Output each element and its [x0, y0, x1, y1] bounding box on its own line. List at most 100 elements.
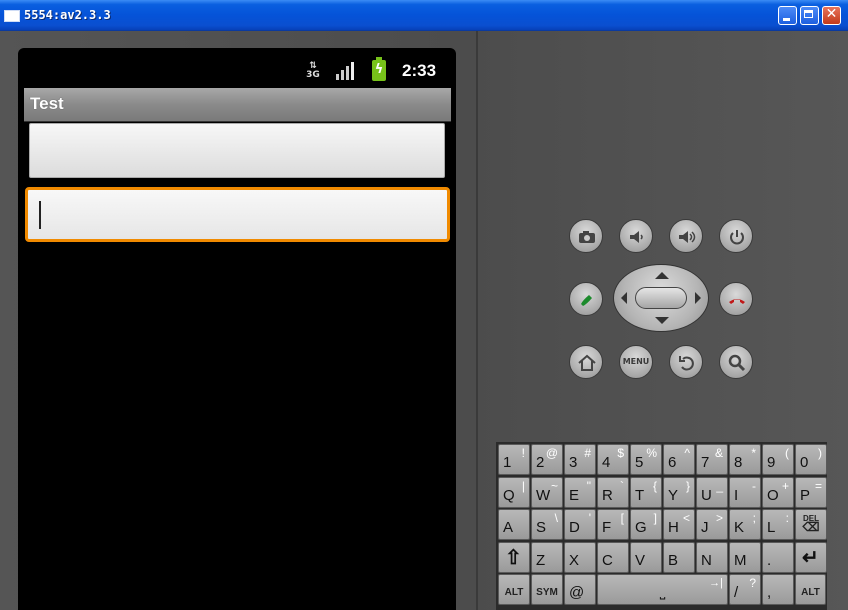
key[interactable]: Z: [531, 542, 563, 573]
dpad-down-icon[interactable]: [655, 317, 669, 324]
network-type-label: 3G: [306, 70, 320, 80]
key[interactable]: 6 ^: [663, 444, 695, 475]
key-label: ALT: [801, 587, 820, 598]
key-alt-label: +: [781, 479, 789, 493]
dpad-right-icon[interactable]: [695, 292, 701, 304]
dpad[interactable]: [613, 264, 709, 332]
key-label: R: [602, 487, 613, 504]
key-label: ⇧: [505, 547, 522, 569]
key[interactable]: X: [564, 542, 596, 573]
key-alt-label: %: [646, 446, 657, 460]
power-button[interactable]: [719, 219, 753, 253]
key-space[interactable]: ⎵ →|: [597, 574, 728, 605]
key[interactable]: ,: [762, 574, 794, 605]
key[interactable]: 5%: [630, 444, 662, 475]
key[interactable]: 0): [795, 444, 827, 475]
key[interactable]: D ': [564, 509, 596, 540]
key[interactable]: F[: [597, 509, 629, 540]
key[interactable]: K;: [729, 509, 761, 540]
call-button[interactable]: [569, 282, 603, 316]
key-alt-label: ?: [749, 576, 756, 590]
dpad-left-icon[interactable]: [621, 292, 627, 304]
key[interactable]: .: [762, 542, 794, 573]
key[interactable]: B: [663, 542, 695, 573]
key-alt-label: ~: [550, 479, 558, 493]
key[interactable]: M: [729, 542, 761, 573]
key[interactable]: S \: [531, 509, 563, 540]
menu-button[interactable]: MENU: [619, 345, 653, 379]
volume-down-button[interactable]: [619, 219, 653, 253]
text-field-2-focused[interactable]: [25, 187, 450, 242]
key[interactable]: N: [696, 542, 728, 573]
key[interactable]: 9(: [762, 444, 794, 475]
volume-up-button[interactable]: [669, 219, 703, 253]
window-title-bar[interactable]: 5554:av2.3.3 ✕: [0, 0, 848, 31]
key-alt-label: |: [521, 479, 525, 493]
key-label: C: [602, 552, 613, 569]
key-label: F: [602, 519, 612, 536]
minimize-button[interactable]: [778, 6, 797, 25]
key[interactable]: 7 &: [696, 444, 728, 475]
key[interactable]: P =: [795, 477, 827, 508]
key[interactable]: V: [630, 542, 662, 573]
key-label: SYM: [536, 587, 558, 598]
key[interactable]: 1!: [498, 444, 530, 475]
key[interactable]: E ": [564, 477, 596, 508]
volume-up-icon: [679, 231, 696, 243]
key-alt-label: [: [620, 511, 624, 525]
key-enter[interactable]: ↵: [795, 542, 827, 573]
back-icon: [679, 356, 694, 371]
key[interactable]: W ~: [531, 477, 563, 508]
key[interactable]: U _: [696, 477, 728, 508]
key[interactable]: 8 *: [729, 444, 761, 475]
key[interactable]: T{: [630, 477, 662, 508]
key[interactable]: 3 #: [564, 444, 596, 475]
key-alt-label: ;: [752, 511, 756, 525]
text-cursor: [39, 201, 41, 229]
key-alt[interactable]: ALT: [795, 574, 826, 605]
dpad-center-button[interactable]: [635, 287, 687, 309]
key-sym[interactable]: SYM: [531, 574, 563, 605]
key[interactable]: I-: [729, 477, 761, 508]
key[interactable]: 4 $: [597, 444, 629, 475]
back-button[interactable]: [669, 345, 703, 379]
backspace-icon: ⌫: [802, 520, 820, 534]
close-button[interactable]: ✕: [822, 6, 841, 25]
key[interactable]: G]: [630, 509, 662, 540]
key[interactable]: C: [597, 542, 629, 573]
key-label: 7: [701, 454, 710, 471]
maximize-button[interactable]: [800, 6, 819, 25]
key-delete[interactable]: DEL ⌫: [795, 509, 827, 540]
text-field-1[interactable]: [29, 123, 445, 178]
key-alt-label: {: [652, 479, 657, 493]
home-button[interactable]: [569, 345, 603, 379]
key-label: N: [701, 552, 712, 569]
key-label: H: [668, 519, 679, 536]
key[interactable]: A: [498, 509, 530, 540]
key-label: ALT: [504, 587, 524, 598]
key-alt-label: ": [586, 479, 591, 493]
key[interactable]: /?: [729, 574, 761, 605]
search-button[interactable]: [719, 345, 753, 379]
key-alt-label: <: [682, 511, 690, 525]
key-label: Q: [503, 487, 515, 504]
key[interactable]: R `: [597, 477, 629, 508]
camera-icon: [579, 231, 595, 243]
search-icon: [728, 354, 746, 372]
key[interactable]: 2 @: [531, 444, 563, 475]
key-shift[interactable]: ⇧: [498, 542, 530, 573]
key[interactable]: L:: [762, 509, 794, 540]
end-call-button[interactable]: [719, 282, 753, 316]
key[interactable]: Q |: [498, 477, 530, 508]
key-alt[interactable]: ALT: [498, 574, 530, 605]
camera-button[interactable]: [569, 219, 603, 253]
key[interactable]: O +: [762, 477, 794, 508]
hardware-keyboard: 1! 2 @3 #4 $5% 6 ^ 7 & 8 * 9(0) Q | W ~ E " R ` T{Y} U _ I - O + P =…: [496, 442, 827, 610]
key-label: O: [767, 487, 779, 504]
key[interactable]: H <: [663, 509, 695, 540]
dpad-up-icon[interactable]: [655, 272, 669, 279]
key[interactable]: J >: [696, 509, 728, 540]
key[interactable]: @: [564, 574, 596, 605]
key[interactable]: Y}: [663, 477, 695, 508]
key-label: A: [503, 519, 514, 536]
